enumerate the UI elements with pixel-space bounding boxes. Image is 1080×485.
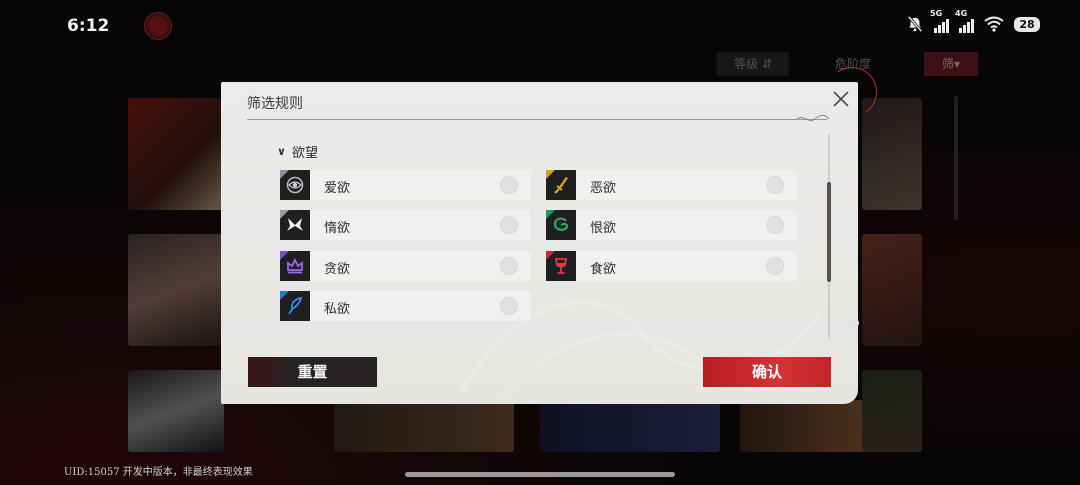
option-radio[interactable] xyxy=(500,297,518,315)
home-indicator[interactable] xyxy=(405,472,675,477)
butterfly-icon xyxy=(280,210,310,240)
option-radio[interactable] xyxy=(766,257,784,275)
option-label: 爱欲 xyxy=(324,181,351,196)
close-icon[interactable] xyxy=(831,89,851,109)
signal-5g-icon: 5G xyxy=(930,9,949,33)
option-radio[interactable] xyxy=(766,176,784,194)
option-appetite-desire[interactable]: 食欲 xyxy=(546,251,797,281)
eye-ring-icon xyxy=(280,170,310,200)
uid-version-notice: UID:15057 开发中版本，非最终表现效果 xyxy=(64,467,253,478)
option-greed-desire[interactable]: 贪欲 xyxy=(280,251,531,281)
options-scrollbar-thumb[interactable] xyxy=(827,182,831,282)
signal-4g-icon: 4G xyxy=(955,9,974,33)
filter-rules-dialog: 筛选规则 ∨ 欲望 爱欲 恶欲 惰欲 恨欲 贪欲 食欲 私欲 重置 确认 xyxy=(221,63,881,404)
option-label: 食欲 xyxy=(590,262,617,277)
option-label: 贪欲 xyxy=(324,262,351,277)
status-time: 6:12 xyxy=(67,16,110,36)
option-label: 惰欲 xyxy=(324,221,351,236)
option-radio[interactable] xyxy=(500,216,518,234)
reset-button[interactable]: 重置 xyxy=(248,357,377,387)
option-label: 恶欲 xyxy=(590,181,617,196)
option-label: 私欲 xyxy=(324,302,351,317)
dialog-title: 筛选规则 xyxy=(247,96,303,112)
app-notification-icon xyxy=(144,12,172,40)
wine-glass-icon xyxy=(546,251,576,281)
divider-flourish-icon xyxy=(796,114,830,121)
crown-icon xyxy=(280,251,310,281)
signal-5g-tag: 5G xyxy=(930,9,943,18)
status-bar: 6:12 5G 4G 28 xyxy=(0,0,1080,52)
option-radio[interactable] xyxy=(500,176,518,194)
title-divider xyxy=(247,119,827,120)
option-hatred-desire[interactable]: 恨欲 xyxy=(546,210,797,240)
wifi-icon xyxy=(984,16,1004,32)
section-label: 欲望 xyxy=(291,146,318,161)
serpent-icon xyxy=(546,210,576,240)
confirm-button[interactable]: 确认 xyxy=(703,357,831,387)
option-radio[interactable] xyxy=(766,216,784,234)
option-love-desire[interactable]: 爱欲 xyxy=(280,170,531,200)
option-radio[interactable] xyxy=(500,257,518,275)
option-label: 恨欲 xyxy=(590,221,617,236)
option-malice-desire[interactable]: 恶欲 xyxy=(546,170,797,200)
chevron-down-icon: ∨ xyxy=(277,145,286,158)
option-selfish-desire[interactable]: 私欲 xyxy=(280,291,531,321)
option-sloth-desire[interactable]: 惰欲 xyxy=(280,210,531,240)
signal-4g-tag: 4G xyxy=(955,9,968,18)
battery-icon: 28 xyxy=(1014,16,1040,32)
feather-quill-icon xyxy=(280,291,310,321)
dagger-icon xyxy=(546,170,576,200)
mute-bell-icon xyxy=(907,15,923,33)
section-header-desire[interactable]: ∨ 欲望 xyxy=(277,142,318,161)
